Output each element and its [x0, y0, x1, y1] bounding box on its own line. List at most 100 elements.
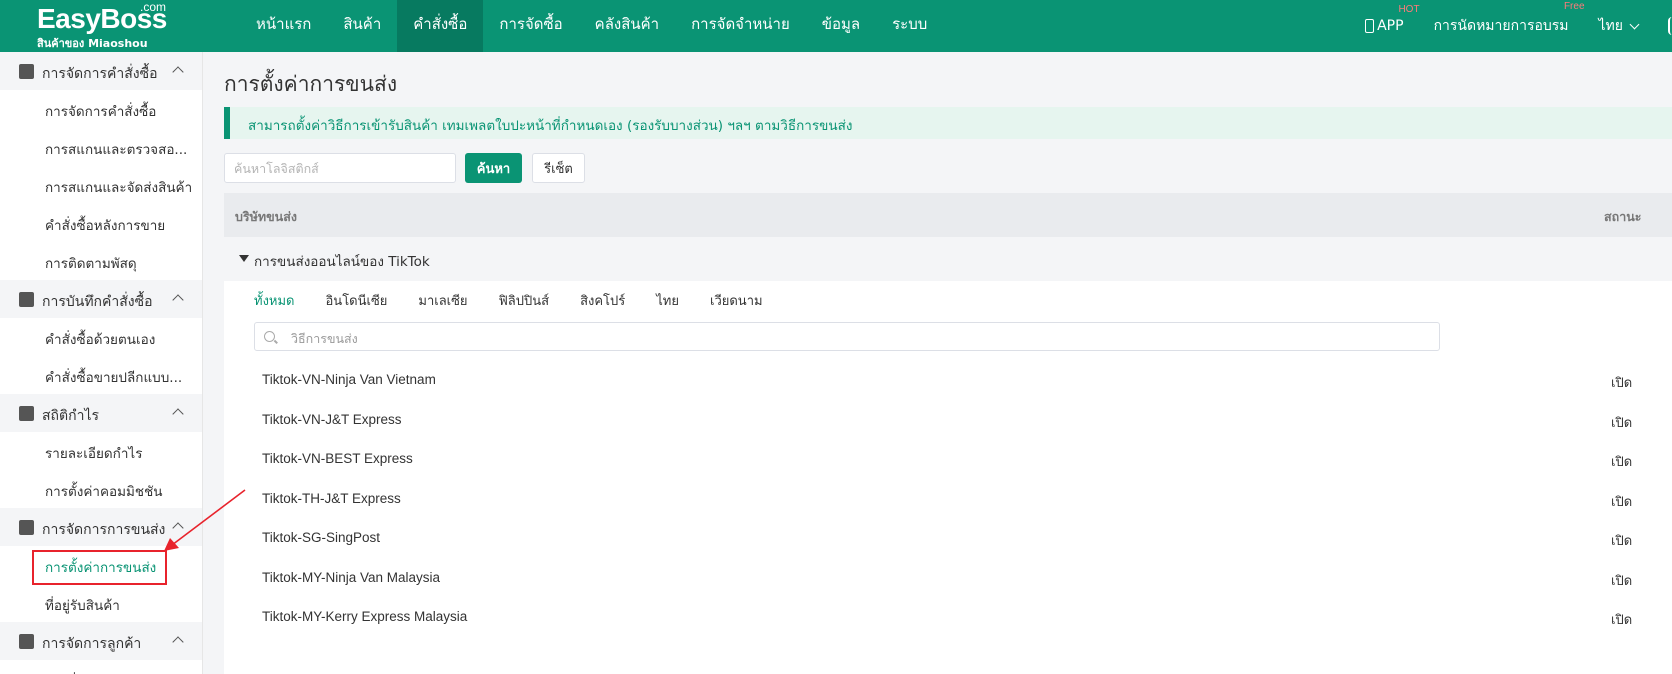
- chevron-up-icon[interactable]: [172, 66, 184, 78]
- sidebar-item-label: คำสั่งซื้อขายปลีกแบบ...: [45, 370, 183, 386]
- sidebar-item-label: การติดตามพัสดุ: [45, 256, 137, 272]
- logo-domain: .com: [140, 0, 167, 14]
- chevron-up-icon[interactable]: [172, 408, 184, 420]
- method-name: Tiktok-TH-J&T Express: [262, 490, 401, 506]
- sidebar-item-3-1[interactable]: ที่อยู่รับสินค้า: [0, 584, 202, 622]
- annotation-highlight-box: [32, 550, 167, 585]
- tab-country-4[interactable]: สิงคโปร์: [580, 291, 625, 313]
- table-header: บริษัทขนส่ง สถานะ: [224, 193, 1672, 237]
- sidebar-item-label: การสแกนและตรวจสอ...: [45, 142, 188, 158]
- sidebar-item-label: การสแกนและจัดส่งสินค้า: [45, 180, 193, 196]
- sidebar-item-1-1[interactable]: คำสั่งซื้อขายปลีกแบบ...: [0, 356, 202, 394]
- method-search-placeholder: วิธีการขนส่ง: [291, 331, 358, 346]
- nav-item-4[interactable]: คลังสินค้า: [579, 0, 675, 52]
- status-badge[interactable]: เปิด: [1611, 570, 1632, 591]
- status-badge[interactable]: เปิด: [1611, 530, 1632, 551]
- status-badge[interactable]: เปิด: [1611, 451, 1632, 472]
- app-link[interactable]: APP HOT: [1365, 4, 1420, 34]
- table-row[interactable]: Tiktok-MY-Kerry Express Malaysia เปิด: [224, 598, 1672, 638]
- nav-item-2[interactable]: คำสั่งซื้อ: [397, 0, 484, 52]
- table-row[interactable]: Tiktok-TH-J&T Express เปิด: [224, 480, 1672, 520]
- sidebar-item-label: รายชื่อลูกค้า: [45, 670, 193, 674]
- chevron-up-icon[interactable]: [172, 294, 184, 306]
- top-bar: EasyBoss .com สินค้าของ Miaoshou หน้าแรก…: [0, 0, 1672, 52]
- coins-icon: [19, 406, 34, 421]
- logo[interactable]: EasyBoss .com สินค้าของ Miaoshou: [37, 0, 177, 50]
- sidebar-group-4[interactable]: การจัดการลูกค้า: [0, 622, 202, 660]
- status-badge[interactable]: เปิด: [1611, 372, 1632, 393]
- method-search-input[interactable]: วิธีการขนส่ง: [254, 322, 1440, 351]
- column-header-status: สถานะ: [1604, 209, 1642, 224]
- notebook-icon: [19, 292, 34, 307]
- sidebar-item-0-0[interactable]: การจัดการคำสั่งซื้อ: [0, 90, 202, 128]
- nav-item-6[interactable]: ข้อมูล: [806, 0, 876, 52]
- sidebar-group-1[interactable]: การบันทึกคำสั่งซื้อ: [0, 280, 202, 318]
- logistics-search-input[interactable]: [224, 153, 456, 183]
- sidebar-item-label: คำสั่งซื้อหลังการขาย: [45, 218, 166, 234]
- carrier-group-label: การขนส่งออนไลน์ของ TikTok: [254, 254, 430, 270]
- tab-country-1[interactable]: อินโดนีเซีย: [326, 291, 388, 313]
- sidebar-item-1-0[interactable]: คำสั่งซื้อด้วยตนเอง: [0, 318, 202, 356]
- table-row[interactable]: Tiktok-MY-Ninja Van Malaysia เปิด: [224, 559, 1672, 599]
- hot-badge: HOT: [1398, 4, 1420, 15]
- sidebar-group-2[interactable]: สถิติกำไร: [0, 394, 202, 432]
- top-right-tools: APP HOT การนัดหมายการอบรม Free ไทย: [1365, 0, 1672, 52]
- sidebar-item-label: รายละเอียดกำไร: [45, 446, 143, 462]
- table-row[interactable]: Tiktok-VN-BEST Express เปิด: [224, 440, 1672, 480]
- language-label: ไทย: [1598, 18, 1623, 34]
- sidebar-item-0-1[interactable]: การสแกนและตรวจสอ...: [0, 128, 202, 166]
- tab-country-5[interactable]: ไทย: [656, 291, 679, 313]
- nav-item-3[interactable]: การจัดซื้อ: [483, 0, 578, 52]
- logo-subtitle: สินค้าของ Miaoshou: [37, 37, 148, 50]
- training-link[interactable]: การนัดหมายการอบรม Free: [1433, 1, 1585, 37]
- sidebar-group-label: สถิติกำไร: [42, 408, 100, 424]
- language-select[interactable]: ไทย: [1598, 15, 1640, 37]
- sidebar-group-label: การจัดการการขนส่ง: [42, 522, 166, 538]
- sidebar-item-label: ที่อยู่รับสินค้า: [45, 598, 120, 614]
- truck-icon: [19, 520, 34, 535]
- column-header-carrier: บริษัทขนส่ง: [235, 209, 297, 224]
- status-badge[interactable]: เปิด: [1611, 412, 1632, 433]
- info-notice: สามารถตั้งค่าวิธีการเข้ารับสินค้า เทมเพล…: [224, 107, 1672, 139]
- status-badge[interactable]: เปิด: [1611, 609, 1632, 630]
- search-icon: [264, 331, 275, 342]
- tab-country-3[interactable]: ฟิลิปปินส์: [499, 291, 550, 313]
- phone-icon: [1365, 19, 1375, 33]
- status-badge[interactable]: เปิด: [1611, 491, 1632, 512]
- tab-country-0[interactable]: ทั้งหมด: [254, 291, 295, 313]
- search-button[interactable]: ค้นหา: [465, 153, 522, 183]
- sidebar-group-label: การจัดการลูกค้า: [42, 636, 142, 652]
- collapse-triangle-icon[interactable]: [239, 255, 249, 262]
- country-tabs: ทั้งหมด อินโดนีเซีย มาเลเซีย ฟิลิปปินส์ สิงค…: [254, 291, 794, 313]
- nav-item-5[interactable]: การจัดจำหน่าย: [675, 0, 806, 52]
- tab-country-6[interactable]: เวียดนาม: [710, 291, 763, 313]
- sidebar-item-0-4[interactable]: การติดตามพัสดุ: [0, 242, 202, 280]
- user-avatar-edge[interactable]: [1668, 17, 1672, 35]
- training-label: การนัดหมายการอบรม: [1433, 18, 1569, 34]
- sidebar-group-label: การบันทึกคำสั่งซื้อ: [42, 294, 153, 310]
- table-row[interactable]: Tiktok-SG-SingPost เปิด: [224, 519, 1672, 559]
- method-name: Tiktok-VN-J&T Express: [262, 411, 402, 427]
- table-row[interactable]: Tiktok-VN-Ninja Van Vietnam เปิด: [224, 361, 1672, 401]
- chevron-down-icon: [1629, 19, 1640, 29]
- nav-item-7[interactable]: ระบบ: [876, 0, 943, 52]
- chevron-up-icon[interactable]: [172, 636, 184, 648]
- method-name: Tiktok-VN-Ninja Van Vietnam: [262, 372, 436, 387]
- sidebar-item-0-3[interactable]: คำสั่งซื้อหลังการขาย: [0, 204, 202, 242]
- sidebar-group-0[interactable]: การจัดการคำสั่งซื้อ: [0, 52, 202, 90]
- annotation-arrow: [164, 489, 246, 551]
- carrier-group-row[interactable]: การขนส่งออนไลน์ของ TikTok: [224, 237, 1672, 281]
- sidebar-item-label: การจัดการคำสั่งซื้อ: [45, 104, 157, 120]
- nav-item-0[interactable]: หน้าแรก: [240, 0, 327, 52]
- tab-country-2[interactable]: มาเลเซีย: [418, 291, 467, 313]
- sidebar-item-label: คำสั่งซื้อด้วยตนเอง: [45, 332, 156, 348]
- method-name: Tiktok-SG-SingPost: [262, 530, 381, 545]
- nav-item-1[interactable]: สินค้า: [327, 0, 397, 52]
- sidebar-item-0-2[interactable]: การสแกนและจัดส่งสินค้า: [0, 166, 202, 204]
- sidebar-item-4-0[interactable]: รายชื่อลูกค้า: [0, 660, 202, 674]
- carrier-table: บริษัทขนส่ง สถานะ การขนส่งออนไลน์ของ Tik…: [224, 193, 1672, 674]
- table-row[interactable]: Tiktok-VN-J&T Express เปิด: [224, 401, 1672, 441]
- free-badge: Free: [1563, 1, 1585, 12]
- sidebar-item-2-0[interactable]: รายละเอียดกำไร: [0, 432, 202, 470]
- reset-button[interactable]: รีเซ็ต: [532, 153, 585, 183]
